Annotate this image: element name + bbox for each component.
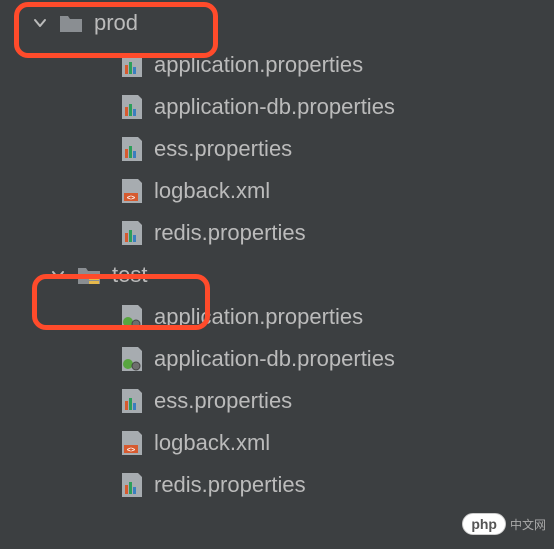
watermark-text: 中文网 (510, 516, 546, 533)
properties-bars-icon (118, 388, 144, 414)
file-label: redis.properties (154, 472, 306, 498)
properties-bars-icon (118, 94, 144, 120)
file-row[interactable]: <> logback.xml (0, 422, 554, 464)
file-row[interactable]: application.properties (0, 296, 554, 338)
file-label: application-db.properties (154, 94, 395, 120)
file-label: redis.properties (154, 220, 306, 246)
file-row[interactable]: application-db.properties (0, 86, 554, 128)
file-row[interactable]: redis.properties (0, 464, 554, 506)
file-label: logback.xml (154, 430, 270, 456)
file-label: logback.xml (154, 178, 270, 204)
file-label: ess.properties (154, 136, 292, 162)
file-row[interactable]: application-db.properties (0, 338, 554, 380)
folder-resources-icon (76, 262, 102, 288)
file-row[interactable]: redis.properties (0, 212, 554, 254)
chevron-down-icon (50, 267, 66, 283)
file-label: application.properties (154, 52, 363, 78)
svg-text:<>: <> (127, 447, 135, 454)
properties-spring-icon (118, 346, 144, 372)
folder-icon (58, 10, 84, 36)
folder-row-prod[interactable]: prod (0, 2, 554, 44)
file-row[interactable]: ess.properties (0, 380, 554, 422)
properties-spring-icon (118, 304, 144, 330)
watermark-badge: php (462, 513, 506, 535)
file-label: application.properties (154, 304, 363, 330)
xml-file-icon: <> (118, 430, 144, 456)
properties-bars-icon (118, 52, 144, 78)
file-row[interactable]: application.properties (0, 44, 554, 86)
properties-bars-icon (118, 220, 144, 246)
chevron-down-icon (32, 15, 48, 31)
folder-label: prod (94, 10, 138, 36)
svg-text:<>: <> (127, 195, 135, 202)
file-label: application-db.properties (154, 346, 395, 372)
properties-bars-icon (118, 472, 144, 498)
folder-label: test (112, 262, 147, 288)
folder-row-test[interactable]: test (0, 254, 554, 296)
file-row[interactable]: ess.properties (0, 128, 554, 170)
xml-file-icon: <> (118, 178, 144, 204)
file-row[interactable]: <> logback.xml (0, 170, 554, 212)
properties-bars-icon (118, 136, 144, 162)
file-label: ess.properties (154, 388, 292, 414)
watermark: php 中文网 (462, 513, 546, 535)
